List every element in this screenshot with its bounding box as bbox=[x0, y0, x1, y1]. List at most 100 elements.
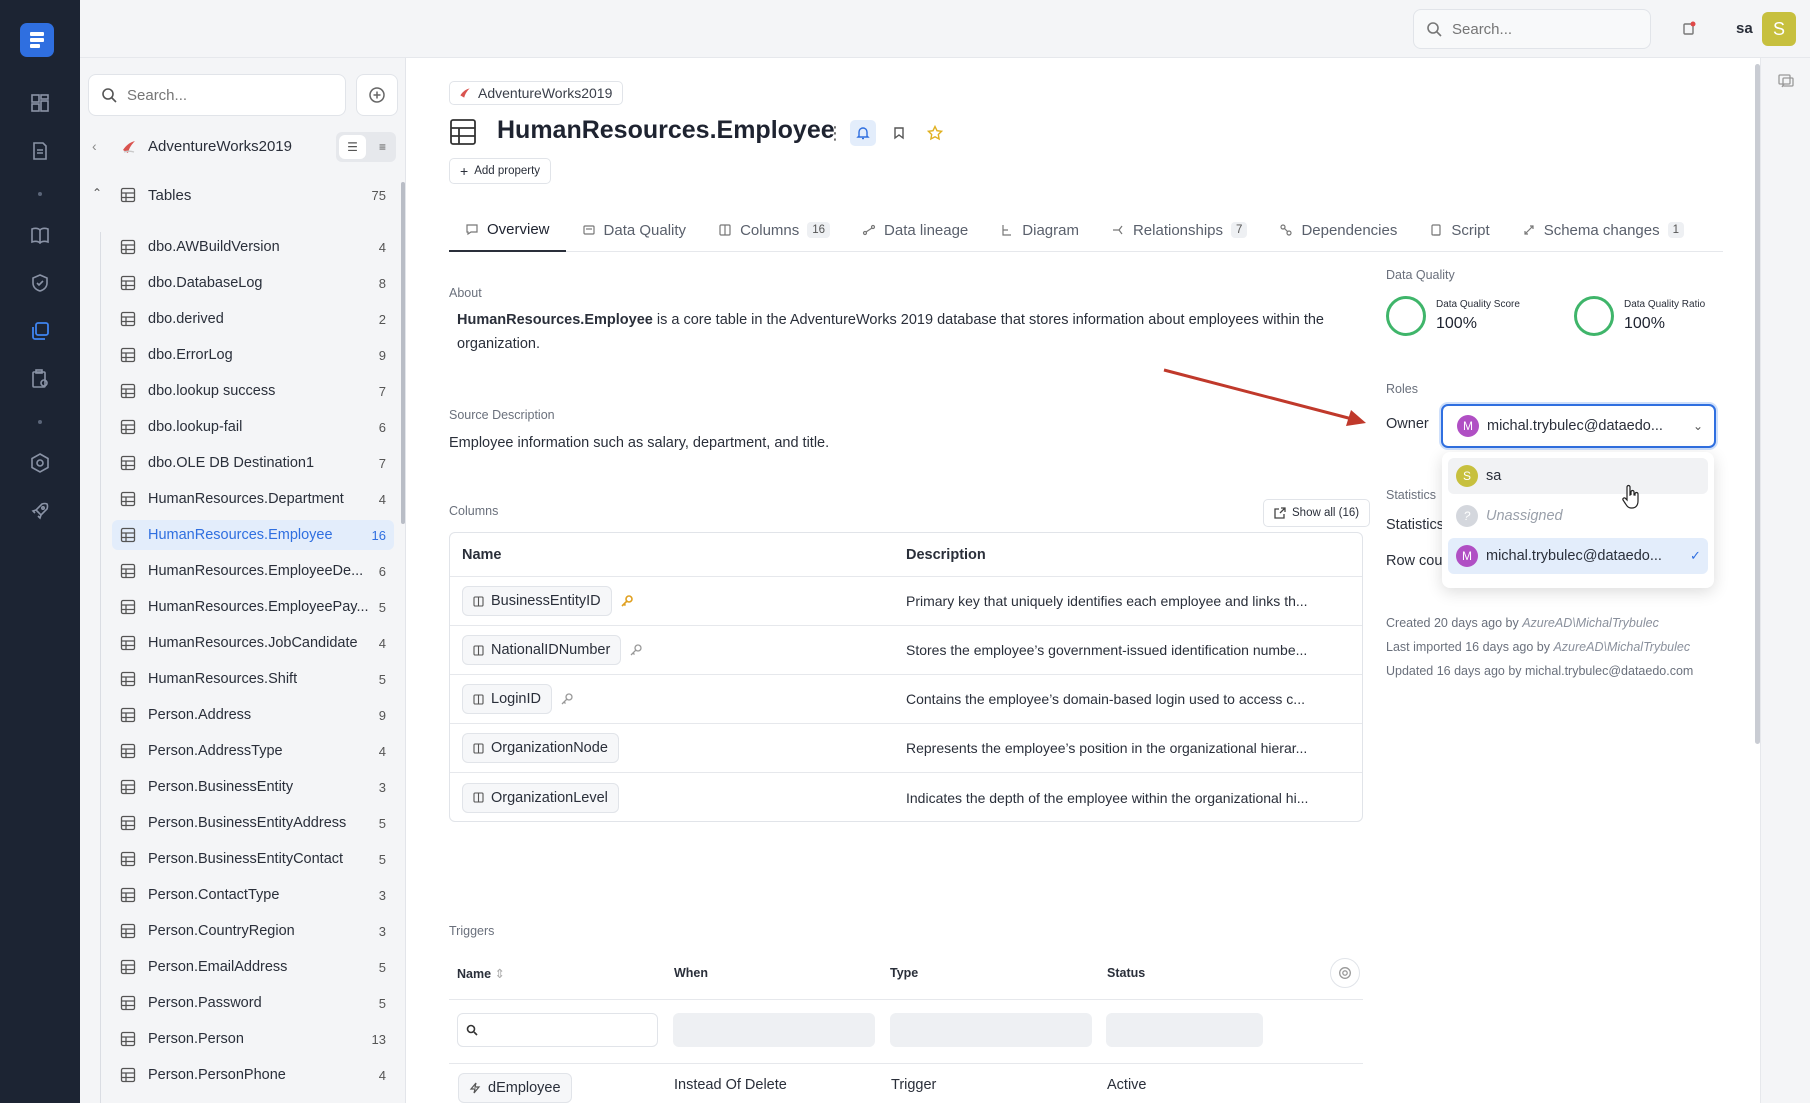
sidebar-item-table[interactable]: Person.BusinessEntityAddress 5 bbox=[112, 808, 394, 838]
table-row[interactable]: LoginID Contains the employee’s domain-ba… bbox=[450, 675, 1362, 724]
trigger-row[interactable]: dEmployee Instead Of Delete Trigger Acti… bbox=[449, 1064, 1363, 1103]
table-row[interactable]: OrganizationNode Represents the employee’… bbox=[450, 724, 1362, 773]
sidebar-item-table[interactable]: HumanResources.Shift 5 bbox=[112, 664, 394, 694]
add-property-button[interactable]: + Add property bbox=[449, 158, 552, 184]
tree-view-icon[interactable]: ≡ bbox=[369, 132, 396, 162]
dq-score-widget[interactable]: Data Quality Score 100% bbox=[1386, 296, 1520, 336]
subscribe-bell-icon[interactable] bbox=[850, 120, 876, 146]
catalog-icon[interactable] bbox=[27, 318, 53, 344]
sidebar-scrollbar[interactable] bbox=[401, 182, 405, 524]
sidebar-item-table[interactable]: dbo.DatabaseLog 8 bbox=[112, 268, 394, 298]
sidebar-item-table[interactable]: HumanResources.EmployeePay... 5 bbox=[112, 592, 394, 622]
owner-option-michal[interactable]: M michal.trybulec@dataedo... ✓ bbox=[1448, 538, 1708, 574]
tab-data-lineage[interactable]: Data lineage bbox=[846, 208, 984, 252]
star-icon[interactable] bbox=[922, 120, 948, 146]
dq-ratio-widget[interactable]: Data Quality Ratio 100% bbox=[1574, 296, 1705, 336]
sidebar-item-table[interactable]: dbo.lookup-fail 6 bbox=[112, 412, 394, 442]
trigger-header-name[interactable]: Name ⇕ bbox=[457, 966, 505, 981]
sidebar-search-input[interactable] bbox=[127, 86, 327, 104]
clipboard-gear-icon[interactable] bbox=[27, 366, 53, 392]
app-logo-icon[interactable] bbox=[20, 23, 54, 57]
settings-icon[interactable] bbox=[27, 450, 53, 476]
tab-script[interactable]: Script bbox=[1413, 208, 1505, 252]
breadcrumb-database[interactable]: AdventureWorks2019 bbox=[478, 85, 612, 101]
global-search-input[interactable] bbox=[1452, 20, 1632, 38]
trigger-header-status[interactable]: Status bbox=[1107, 966, 1145, 980]
column-chip[interactable]: LoginID bbox=[462, 684, 552, 714]
sort-icon[interactable]: ⇕ bbox=[495, 967, 505, 981]
trigger-type-filter[interactable] bbox=[890, 1013, 1092, 1047]
more-options-icon[interactable]: ⋮ bbox=[826, 123, 844, 144]
sidebar-item-table[interactable]: Person.CountryRegion 3 bbox=[112, 916, 394, 946]
bookmark-icon[interactable] bbox=[886, 120, 912, 146]
sidebar-item-table[interactable]: dbo.derived 2 bbox=[112, 304, 394, 334]
book-icon[interactable] bbox=[27, 222, 53, 248]
sidebar-item-table[interactable]: Person.EmailAddress 5 bbox=[112, 952, 394, 982]
sidebar-item-table[interactable]: HumanResources.EmployeeDe... 6 bbox=[112, 556, 394, 586]
chevron-down-icon[interactable]: ⌄ bbox=[1693, 419, 1703, 433]
column-chip[interactable]: OrganizationNode bbox=[462, 733, 619, 763]
show-all-columns-button[interactable]: Show all (16) bbox=[1263, 499, 1371, 527]
back-icon[interactable]: ‹ bbox=[92, 138, 97, 154]
tab-diagram[interactable]: Diagram bbox=[984, 208, 1095, 252]
add-object-button[interactable] bbox=[356, 74, 398, 116]
owner-option-sa[interactable]: S sa bbox=[1448, 458, 1708, 494]
global-search[interactable] bbox=[1413, 9, 1651, 49]
rocket-icon[interactable] bbox=[27, 498, 53, 524]
sidebar-item-table[interactable]: dbo.lookup success 7 bbox=[112, 376, 394, 406]
sidebar-item-table[interactable]: HumanResources.JobCandidate 4 bbox=[112, 628, 394, 658]
table-row[interactable]: NationalIDNumber Stores the employee’s go… bbox=[450, 626, 1362, 675]
column-description[interactable]: Indicates the depth of the employee with… bbox=[906, 790, 1346, 806]
column-description[interactable]: Primary key that uniquely identifies eac… bbox=[906, 593, 1346, 609]
sidebar-item-table[interactable]: Person.PersonPhone 4 bbox=[112, 1060, 394, 1090]
tab-data-quality[interactable]: Data Quality bbox=[566, 208, 703, 252]
sidebar-item-table[interactable]: dbo.AWBuildVersion 4 bbox=[112, 232, 394, 262]
sidebar-item-table[interactable]: HumanResources.Department 4 bbox=[112, 484, 394, 514]
column-chip[interactable]: NationalIDNumber bbox=[462, 635, 622, 665]
column-description[interactable]: Contains the employee’s domain-based log… bbox=[906, 691, 1346, 707]
about-description[interactable]: HumanResources.Employee is a core table … bbox=[457, 308, 1357, 356]
owner-select[interactable]: M michal.trybulec@dataedo... ⌄ bbox=[1441, 404, 1716, 448]
sidebar-item-table[interactable]: Person.Address 9 bbox=[112, 700, 394, 730]
sidebar-search[interactable] bbox=[88, 74, 346, 116]
sidebar-item-table[interactable]: HumanResources.Employee 16 bbox=[112, 520, 394, 550]
tab-overview[interactable]: Overview bbox=[449, 208, 566, 252]
column-chip[interactable]: BusinessEntityID bbox=[462, 586, 612, 616]
sidebar-item-table[interactable]: dbo.ErrorLog 9 bbox=[112, 340, 394, 370]
tab-columns[interactable]: Columns 16 bbox=[702, 208, 846, 252]
tab-relationships[interactable]: Relationships 7 bbox=[1095, 208, 1263, 252]
column-chip[interactable]: OrganizationLevel bbox=[462, 782, 619, 813]
view-toggle[interactable]: ☰ ≡ bbox=[336, 132, 396, 162]
sidebar-item-table[interactable]: Person.ContactType 3 bbox=[112, 880, 394, 910]
column-description[interactable]: Stores the employee’s government-issued … bbox=[906, 642, 1346, 658]
breadcrumb[interactable]: AdventureWorks2019 bbox=[449, 81, 624, 105]
column-description[interactable]: Represents the employee’s position in th… bbox=[906, 740, 1346, 756]
shield-check-icon[interactable] bbox=[27, 270, 53, 296]
sidebar-item-table[interactable]: Person.Password 5 bbox=[112, 988, 394, 1018]
chevron-up-icon[interactable]: ⌃ bbox=[92, 186, 102, 200]
sidebar-item-table[interactable]: Person.BusinessEntityContact 5 bbox=[112, 844, 394, 874]
column-header-name[interactable]: Name bbox=[450, 547, 906, 563]
owner-option-unassigned[interactable]: ? Unassigned bbox=[1448, 498, 1708, 534]
table-row[interactable]: OrganizationLevel Indicates the depth of … bbox=[450, 773, 1362, 821]
user-avatar[interactable]: S bbox=[1762, 12, 1796, 46]
list-view-icon[interactable]: ☰ bbox=[339, 135, 366, 159]
trigger-when-filter[interactable] bbox=[673, 1013, 875, 1047]
sidebar-item-table[interactable]: Person.Person 13 bbox=[112, 1024, 394, 1054]
table-row[interactable]: BusinessEntityID Primary key that uniquel… bbox=[450, 577, 1362, 626]
dashboard-icon[interactable] bbox=[27, 90, 53, 116]
trigger-chip[interactable]: dEmployee bbox=[458, 1073, 572, 1103]
tab-schema-changes[interactable]: Schema changes 1 bbox=[1506, 208, 1700, 252]
sidebar-item-table[interactable]: Person.BusinessEntity 3 bbox=[112, 772, 394, 802]
comment-icon[interactable] bbox=[1777, 72, 1795, 90]
tables-group[interactable]: ⌃ Tables 75 bbox=[80, 180, 406, 210]
document-icon[interactable] bbox=[27, 138, 53, 164]
trigger-header-when[interactable]: When bbox=[674, 966, 708, 980]
trigger-status-filter[interactable] bbox=[1106, 1013, 1263, 1047]
notification-icon[interactable] bbox=[1680, 20, 1698, 38]
database-name[interactable]: AdventureWorks2019 bbox=[148, 138, 292, 155]
trigger-header-type[interactable]: Type bbox=[890, 966, 918, 980]
user-name[interactable]: sa bbox=[1736, 20, 1753, 37]
sidebar-item-table[interactable]: dbo.OLE DB Destination1 7 bbox=[112, 448, 394, 478]
sidebar-item-table[interactable]: Person.AddressType 4 bbox=[112, 736, 394, 766]
